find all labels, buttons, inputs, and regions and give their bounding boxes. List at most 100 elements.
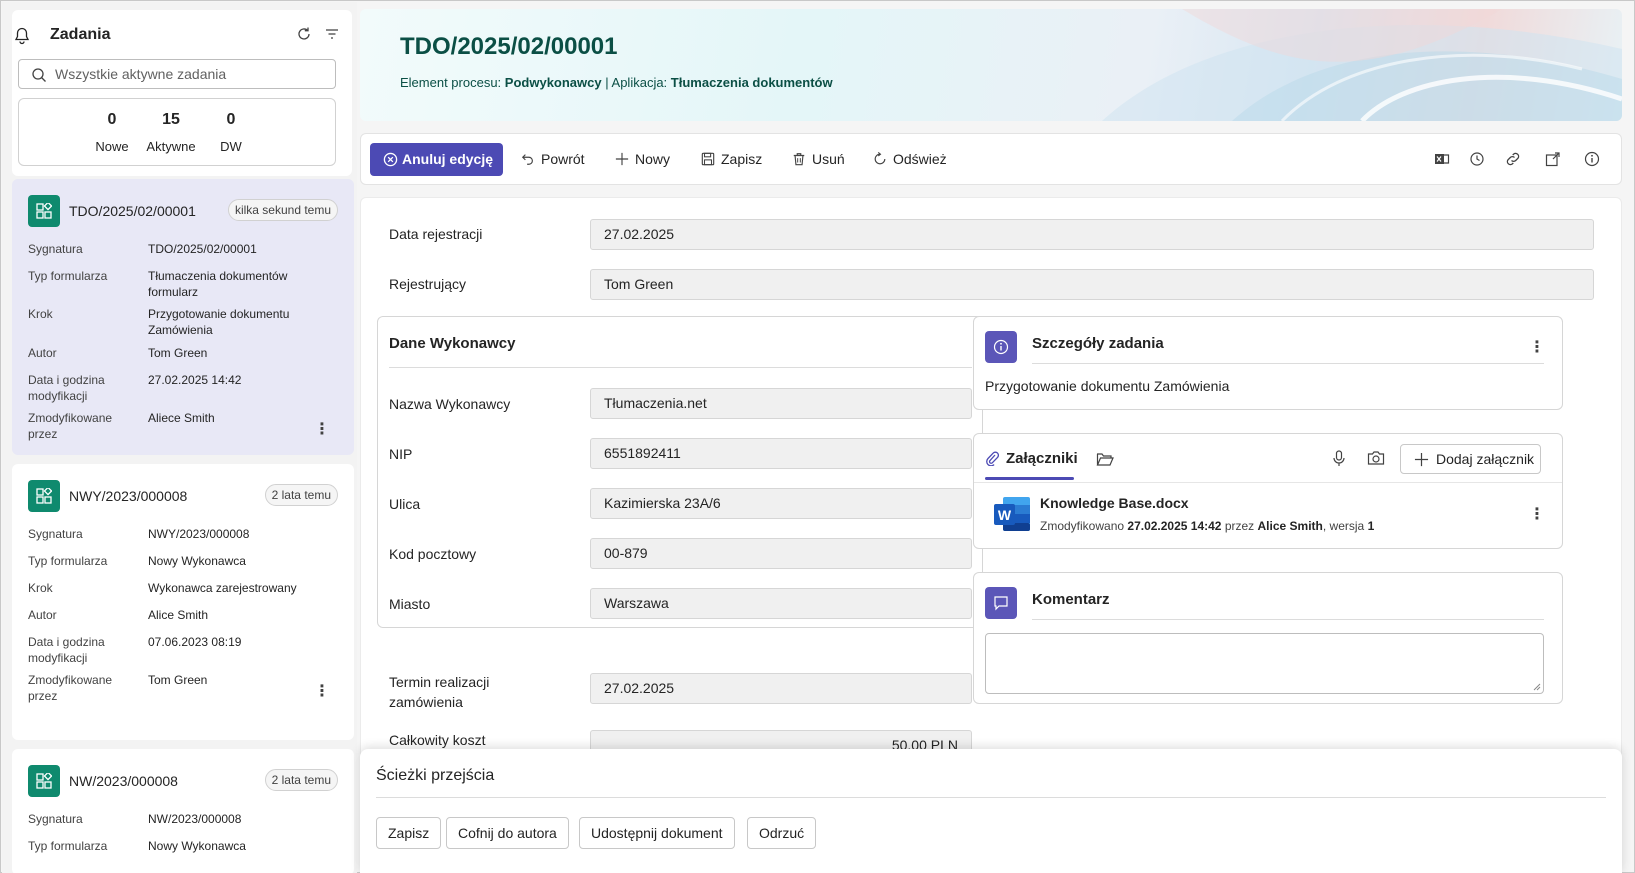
info-icon[interactable] [1584,151,1600,167]
task-card[interactable]: NW/2023/000008 2 lata temu Sygnatura NW/2… [12,749,354,873]
section-divider [1032,363,1544,364]
attachment-item[interactable]: W Knowledge Base.docx Zmodyfikowano 27.0… [985,490,1545,540]
plus-icon [615,152,629,166]
task-card-title: NW/2023/000008 [69,773,178,789]
path-return-to-author-button[interactable]: Cofnij do autora [446,817,569,849]
process-label: Element procesu: [400,75,502,90]
undo-arrow-icon [521,154,533,165]
search-input[interactable] [55,65,325,83]
refresh-button[interactable]: Odśwież [873,143,948,176]
attachments-tab-label: Załączniki [1006,450,1078,467]
registrant-field[interactable]: Tom Green [590,269,1594,300]
page-title: TDO/2025/02/00001 [400,33,618,60]
registration-date-field[interactable]: 27.02.2025 [590,219,1594,250]
version-label: , wersja [1322,519,1365,533]
resize-handle-icon[interactable] [1533,683,1541,691]
cancel-edit-button[interactable]: Anuluj edycję [370,143,503,176]
new-button[interactable]: Nowy [615,143,675,176]
refresh-icon [874,152,886,165]
attachments-section: Załączniki Dodaj załącznik W Knowledge B… [973,433,1563,549]
modified-by: Alice Smith [1257,519,1323,533]
counter-label: DW [220,139,242,154]
modified-label: Zmodyfikowano [1040,519,1125,533]
path-share-document-button[interactable]: Udostępnij dokument [579,817,735,849]
active-tab-indicator [985,477,1074,480]
camera-icon[interactable] [1367,450,1385,466]
decorative-swirl-icon [1102,9,1622,121]
cancel-circle-icon [383,152,398,167]
postcode-label: Kod pocztowy [389,546,477,562]
filter-icon[interactable] [324,26,340,42]
form-app-icon [28,765,60,797]
postcode-field[interactable]: 00-879 [590,538,972,569]
command-toolbar: Anuluj edycję Powrót Nowy Zapisz Usuń Od… [360,133,1622,185]
excel-export-icon[interactable] [1434,151,1450,167]
path-save-button[interactable]: Zapisz [376,817,442,849]
time-badge: 2 lata temu [264,484,338,506]
nip-label: NIP [389,446,413,462]
folder-open-icon[interactable] [1096,451,1114,467]
task-details-section: Szczegóły zadania ⋮ Przygotowanie dokume… [973,316,1563,410]
new-label: Nowy [635,151,671,167]
task-counters: 0 Nowe 15 Aktywne 0 DW [18,98,336,166]
cancel-edit-label: Anuluj edycję [402,151,494,167]
contractor-name-field[interactable]: Tłumaczenia.net [590,388,972,419]
comment-icon [985,587,1017,619]
city-label: Miasto [389,596,431,612]
tab-attachments[interactable]: Załączniki [985,446,1078,482]
refresh-label: Odśwież [893,151,947,167]
comment-section: Komentarz [973,572,1563,704]
section-divider [1032,619,1544,620]
by-label: przez [1224,519,1255,533]
task-search-field[interactable] [18,59,336,89]
section-divider [389,367,972,368]
task-card[interactable]: NWY/2023/000008 2 lata temu Sygnatura NWY… [12,464,354,740]
refresh-icon[interactable] [296,26,312,42]
delete-button[interactable]: Usuń [792,143,847,176]
more-options-icon[interactable]: ⋮ [314,419,330,439]
delete-label: Usuń [812,151,845,167]
street-field[interactable]: Kazimierska 23A/6 [590,488,972,519]
city-field[interactable]: Warszawa [590,588,972,619]
path-reject-button[interactable]: Odrzuć [747,817,817,849]
sidebar-title: Zadania [14,26,110,45]
task-details-text: Przygotowanie dokumentu Zamówienia [985,378,1230,394]
form-app-icon [28,480,60,512]
bell-icon [14,27,30,45]
task-sidebar: Zadania 0 [2,2,357,873]
more-options-icon[interactable]: ⋮ [1529,337,1545,357]
section-divider [376,797,1606,798]
microphone-icon[interactable] [1332,450,1346,467]
back-button[interactable]: Powrót [521,143,591,176]
add-attachment-button[interactable]: Dodaj załącznik [1400,444,1541,474]
counter-dw[interactable]: 0 DW [196,111,266,154]
section-divider [974,482,1562,483]
modified-date: 27.02.2025 14:42 [1127,519,1222,533]
contractor-section-title: Dane Wykonawcy [389,335,516,352]
total-cost-label: Całkowity koszt [389,732,486,748]
deadline-field[interactable]: 27.02.2025 [590,673,972,704]
save-icon [701,152,715,166]
task-card[interactable]: TDO/2025/02/00001 kilka sekund temu Sygn… [12,179,354,455]
task-card-title: TDO/2025/02/00001 [69,203,196,219]
plus-icon [1414,452,1429,467]
save-button[interactable]: Zapisz [701,143,763,176]
search-icon [32,68,46,82]
comment-textarea[interactable] [985,633,1544,694]
history-clock-icon[interactable] [1469,151,1485,167]
sidebar-title-text: Zadania [50,26,111,43]
time-badge: kilka sekund temu [227,199,338,221]
word-document-icon: W [994,497,1030,531]
more-options-icon[interactable]: ⋮ [1529,504,1545,524]
contractor-section: Dane Wykonawcy Nazwa Wykonawcy Tłumaczen… [377,316,983,628]
open-external-icon[interactable] [1545,151,1561,167]
attachment-file-name[interactable]: Knowledge Base.docx [1040,495,1189,511]
task-card-title: NWY/2023/000008 [69,488,188,504]
link-icon[interactable] [1505,151,1521,167]
form-app-icon [28,195,60,227]
more-options-icon[interactable]: ⋮ [314,681,330,701]
registrant-label: Rejestrujący [389,276,467,292]
paperclip-icon [986,451,999,466]
nip-field[interactable]: 6551892411 [590,438,972,469]
street-label: Ulica [389,496,421,512]
